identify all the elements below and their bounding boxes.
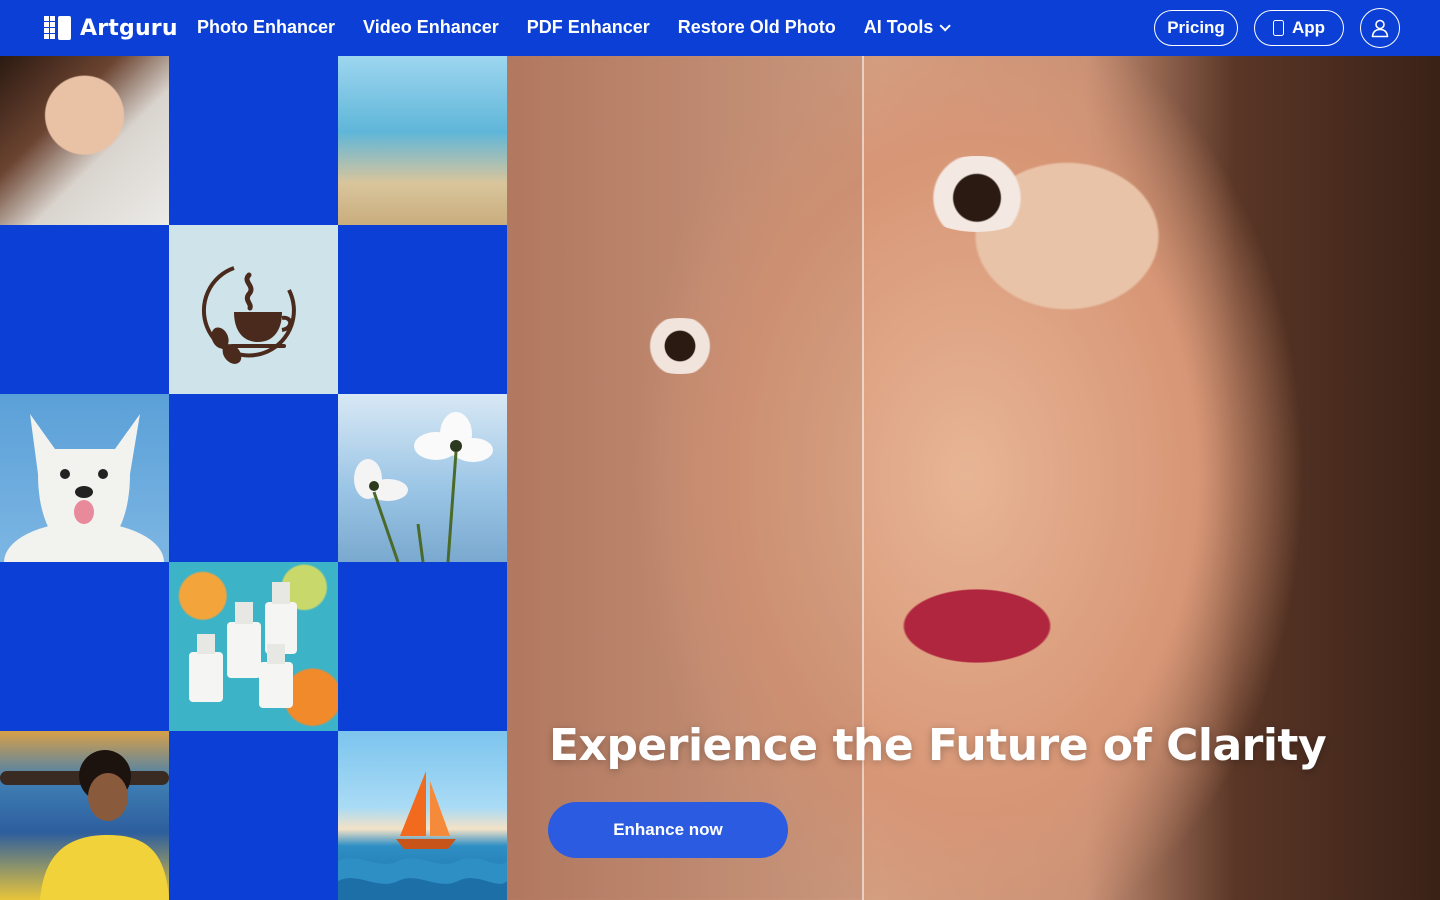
- nav-ai-tools-dropdown[interactable]: AI Tools: [863, 17, 952, 38]
- grid-blank-tile: [0, 225, 169, 394]
- hero-title: Experience the Future of Clarity: [549, 720, 1327, 771]
- nav-pdf-enhancer[interactable]: PDF Enhancer: [527, 17, 650, 38]
- top-nav: Artguru Photo Enhancer Video Enhancer PD…: [0, 0, 1440, 56]
- grid-blank-tile: [169, 394, 338, 562]
- dog-illustration: [4, 414, 164, 562]
- hero-before-after[interactable]: Experience the Future of Clarity Enhance…: [507, 56, 1440, 900]
- hero-before-half: [507, 56, 863, 900]
- enhance-now-button[interactable]: Enhance now: [548, 802, 788, 858]
- sample-image-coffee-logo: [169, 225, 338, 394]
- logo-icon: [44, 14, 72, 42]
- coffee-logo-icon: [201, 265, 296, 364]
- sample-image-nail-polish: [169, 562, 338, 731]
- pricing-button[interactable]: Pricing: [1154, 10, 1238, 46]
- hero-eye-right: [912, 156, 1042, 232]
- phone-icon: [1272, 20, 1284, 36]
- bottles-illustration: [189, 582, 297, 708]
- nav-photo-enhancer[interactable]: Photo Enhancer: [197, 17, 335, 38]
- hero-eye-left: [635, 318, 725, 374]
- sample-image-skateboarder: [0, 731, 169, 900]
- app-button[interactable]: App: [1254, 10, 1344, 46]
- compare-slider-handle[interactable]: [862, 56, 864, 900]
- nav-ai-tools-label: AI Tools: [863, 17, 934, 37]
- grid-blank-tile: [169, 731, 338, 900]
- nav-video-enhancer[interactable]: Video Enhancer: [363, 17, 499, 38]
- grid-blank-tile: [338, 225, 507, 394]
- flowers-illustration: [354, 412, 493, 562]
- grid-blank-tile: [169, 56, 338, 225]
- skater-illustration: [0, 750, 169, 900]
- brand-name: Artguru: [80, 15, 178, 41]
- brand-logo[interactable]: Artguru: [44, 14, 178, 42]
- sample-image-sailboat: [338, 731, 507, 900]
- account-button[interactable]: [1360, 8, 1400, 48]
- grid-blank-tile: [338, 562, 507, 731]
- chevron-down-icon: [939, 19, 952, 32]
- sample-image-flowers: [338, 394, 507, 562]
- sailboat-illustration: [338, 771, 507, 900]
- sample-image-white-dog: [0, 394, 169, 562]
- grid-blank-tile: [0, 562, 169, 731]
- nav-links: Photo Enhancer Video Enhancer PDF Enhanc…: [197, 17, 952, 38]
- sample-image-beach-family: [338, 56, 507, 225]
- app-label: App: [1291, 18, 1326, 37]
- nav-restore-old-photo[interactable]: Restore Old Photo: [678, 17, 836, 38]
- sample-image-portrait: [0, 56, 169, 225]
- user-icon: [1371, 19, 1389, 38]
- sample-image-grid: [0, 56, 507, 900]
- pricing-label: Pricing: [1167, 18, 1225, 37]
